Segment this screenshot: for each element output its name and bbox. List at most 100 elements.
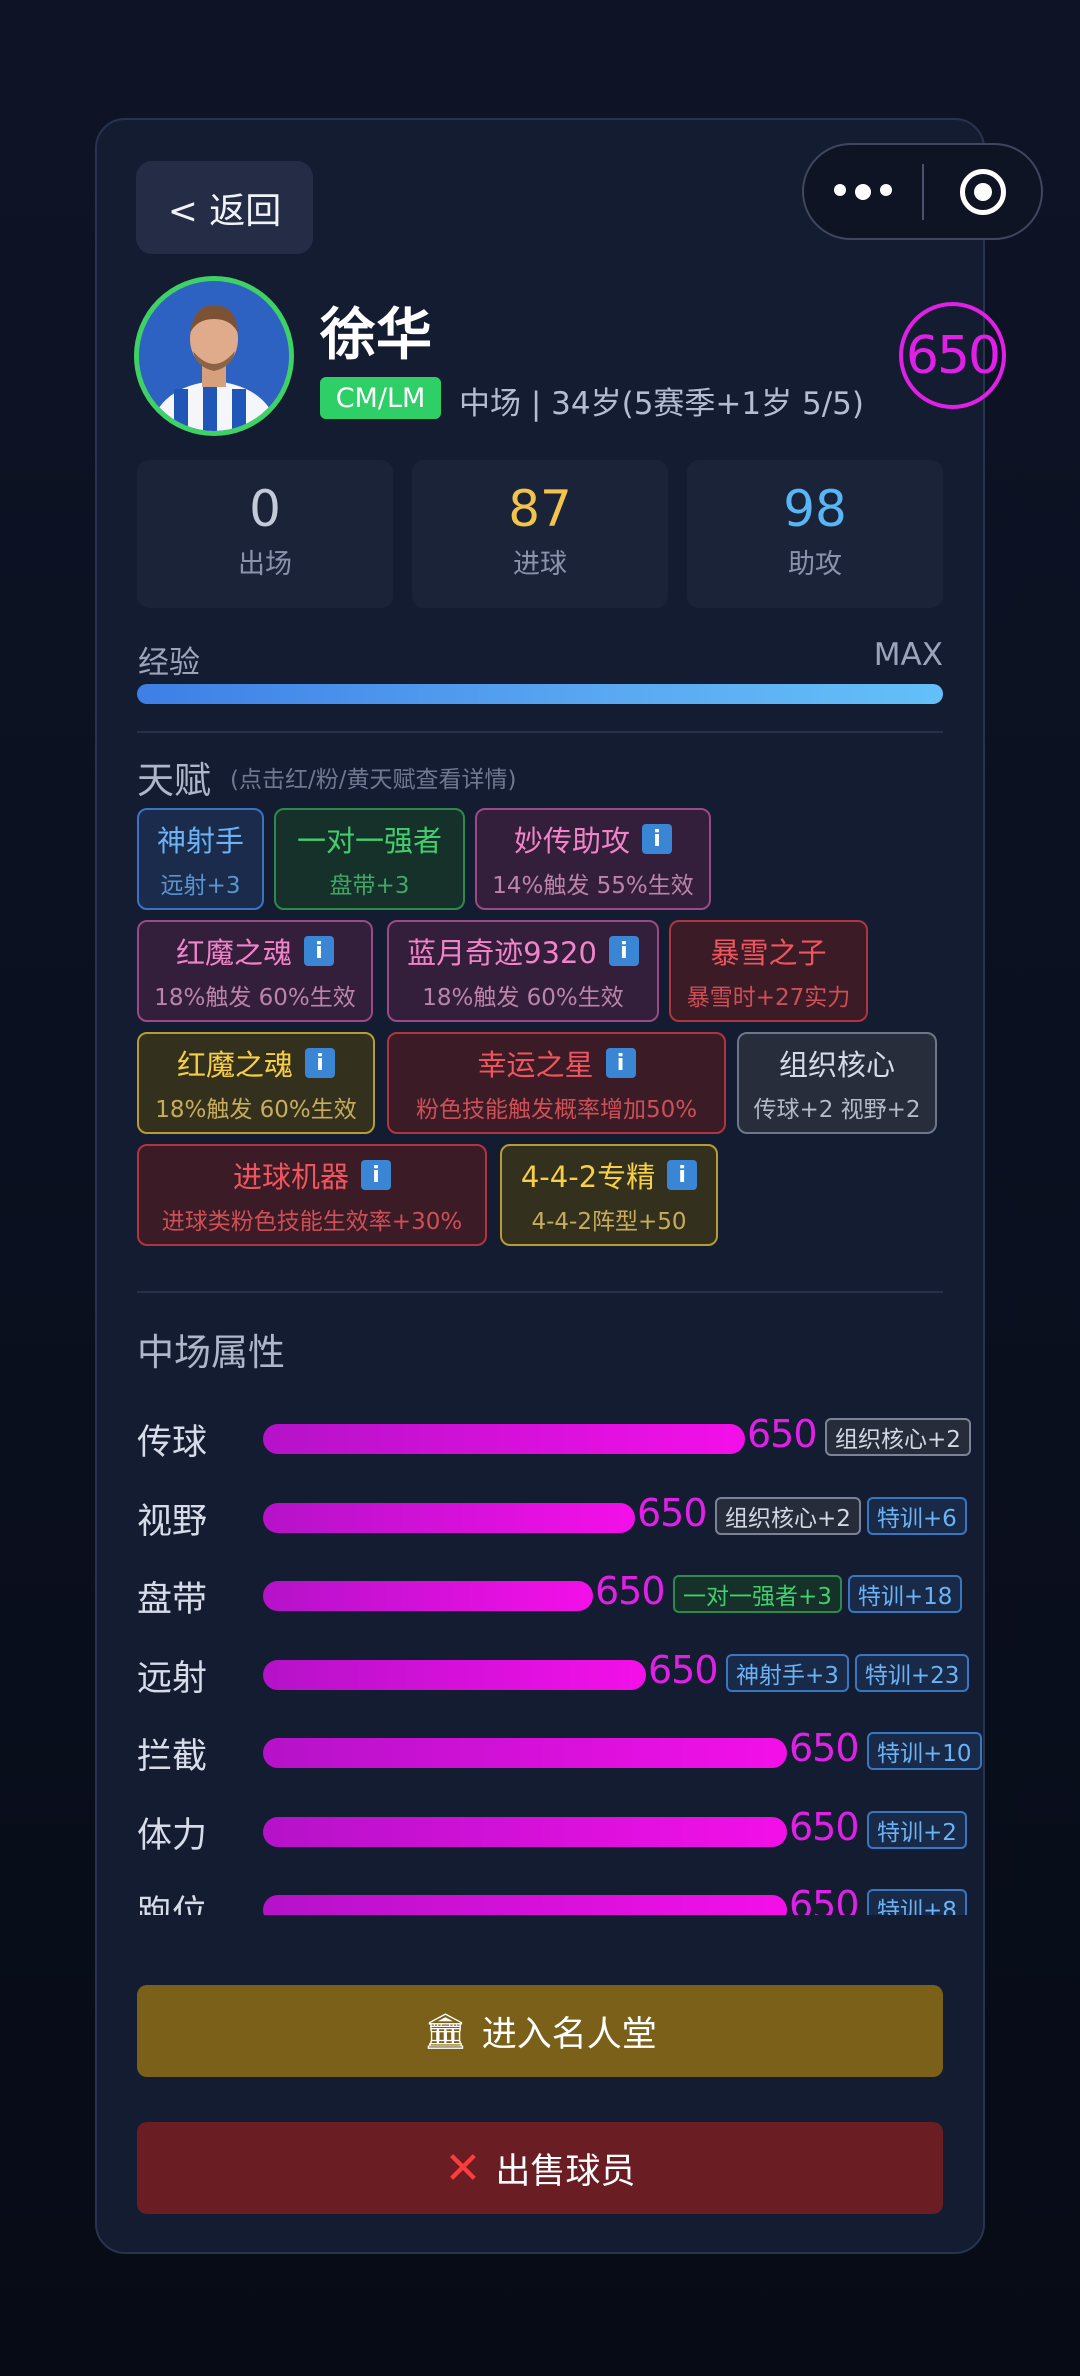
info-icon[interactable]: i xyxy=(305,1048,335,1078)
attribute-row: 远射 650 神射手+3 特训+23 xyxy=(95,1648,985,1699)
bonus-tag: 特训+10 xyxy=(867,1732,982,1770)
attribute-bar xyxy=(263,1738,787,1768)
attribute-row: 传球 650 组织核心+2 xyxy=(95,1412,985,1463)
talent-chip[interactable]: 妙传助攻 i 14%触发 55%生效 xyxy=(475,808,711,910)
talent-effect: 14%触发 55%生效 xyxy=(492,873,694,899)
talent-effect: 粉色技能触发概率增加50% xyxy=(415,1097,698,1123)
talent-name: 幸运之星 i xyxy=(477,1042,636,1084)
attribute-value: 650 xyxy=(789,1883,860,1915)
info-icon[interactable]: i xyxy=(361,1160,391,1190)
bonus-tag: 特训+18 xyxy=(847,1575,963,1613)
attribute-list[interactable]: 传球 650 组织核心+2 视野 650 组织核心+2 特训+6 盘带 650 一对一强者+3 特训… xyxy=(95,1390,985,1915)
attribute-bar xyxy=(263,1424,745,1454)
attribute-value: 650 xyxy=(747,1412,818,1456)
talent-chip[interactable]: 进球机器 i 进球类粉色技能生效率+30% xyxy=(137,1144,487,1246)
talent-name: 红魔之魂 i xyxy=(176,930,334,972)
mini-program-capsule xyxy=(802,143,1043,240)
experience-max-label: MAX xyxy=(873,637,943,673)
hall-icon: 🏛 xyxy=(423,2011,468,2052)
more-dots-icon[interactable] xyxy=(804,183,922,200)
bonus-tag: 组织核心+2 xyxy=(825,1418,971,1456)
talent-chip[interactable]: 红魔之魂 i 18%触发 60%生效 xyxy=(137,1032,375,1134)
talent-chip[interactable]: 组织核心传球+2 视野+2 xyxy=(737,1032,937,1134)
attribute-name: 跑位 xyxy=(137,1894,208,1915)
section-divider xyxy=(137,1291,943,1293)
talent-name: 神射手 xyxy=(156,824,244,858)
section-divider xyxy=(137,731,943,733)
bonus-tag: 一对一强者+3 xyxy=(673,1575,842,1613)
stat-value: 87 xyxy=(508,480,572,538)
player-name: 徐华 xyxy=(320,303,432,368)
talent-effect: 盘带+3 xyxy=(329,873,410,899)
talents-title: 天赋 xyxy=(137,759,211,802)
back-button[interactable]: < 返回 xyxy=(136,161,313,254)
talent-name: 组织核心 xyxy=(778,1048,895,1082)
stat-assists: 98 助攻 xyxy=(687,460,943,608)
position-badge: CM/LM xyxy=(320,377,441,419)
experience-progress-bar xyxy=(137,684,943,704)
bonus-tag: 特训+23 xyxy=(854,1653,970,1692)
overall-rating: 650 xyxy=(899,302,1006,409)
talent-effect: 18%触发 60%生效 xyxy=(154,985,356,1011)
attribute-name: 拦截 xyxy=(137,1737,208,1777)
stat-value: 0 xyxy=(249,480,281,538)
attribute-bonus-tags: 特训+10 xyxy=(867,1732,982,1770)
talent-chip[interactable]: 蓝月奇迹9320 i 18%触发 60%生效 xyxy=(387,920,659,1022)
info-icon[interactable]: i xyxy=(667,1160,698,1190)
stat-label: 出场 xyxy=(238,549,292,580)
talent-name: 4-4-2专精 i xyxy=(521,1154,698,1196)
player-info: 中场 | 34岁(5赛季+1岁 5/5) xyxy=(459,386,864,422)
sell-player-button[interactable]: ✕ 出售球员 xyxy=(137,2122,943,2214)
info-icon[interactable]: i xyxy=(608,936,639,966)
player-avatar xyxy=(134,276,294,436)
bonus-tag: 组织核心+2 xyxy=(715,1496,861,1535)
talent-chip[interactable]: 神射手远射+3 xyxy=(137,808,264,910)
stat-label: 助攻 xyxy=(788,549,842,580)
talent-effect: 进球类粉色技能生效率+30% xyxy=(161,1209,463,1235)
attribute-name: 传球 xyxy=(137,1423,208,1463)
attribute-name: 体力 xyxy=(137,1815,208,1856)
attribute-bonus-tags: 特训+2 xyxy=(867,1810,967,1849)
talent-chip[interactable]: 红魔之魂 i 18%触发 60%生效 xyxy=(137,920,373,1022)
attribute-row: 体力 650 特训+2 xyxy=(95,1805,985,1856)
close-target-icon[interactable] xyxy=(924,168,1041,215)
attribute-bonus-tags: 神射手+3 特训+23 xyxy=(726,1653,970,1692)
attribute-value: 650 xyxy=(637,1490,708,1535)
talent-effect: 传球+2 视野+2 xyxy=(753,1097,921,1123)
talent-effect: 暴雪时+27实力 xyxy=(686,985,851,1011)
talent-chip[interactable]: 4-4-2专精 i 4-4-2阵型+50 xyxy=(500,1144,718,1246)
talent-chip[interactable]: 暴雪之子 暴雪时+27实力 xyxy=(669,920,868,1022)
bonus-tag: 特训+8 xyxy=(867,1889,967,1915)
sell-player-label: 出售球员 xyxy=(495,2151,636,2192)
talent-effect: 18%触发 60%生效 xyxy=(422,985,624,1011)
talent-effect: 远射+3 xyxy=(160,873,241,899)
attribute-value: 650 xyxy=(789,1726,860,1770)
talent-name: 妙传助攻 i xyxy=(514,818,672,860)
experience-label: 经验 xyxy=(138,645,200,681)
info-icon[interactable]: i xyxy=(642,824,672,854)
attribute-bar xyxy=(263,1895,787,1915)
talents-hint: (点击红/粉/黄天赋查看详情) xyxy=(230,767,517,793)
attribute-name: 远射 xyxy=(137,1658,208,1699)
stat-value: 98 xyxy=(783,480,847,538)
bonus-tag: 神射手+3 xyxy=(726,1653,849,1692)
bonus-tag: 特训+2 xyxy=(867,1810,967,1849)
talent-name: 蓝月奇迹9320 i xyxy=(407,930,639,972)
hall-of-fame-button[interactable]: 🏛 进入名人堂 xyxy=(137,1985,943,2077)
stat-appearances: 0 出场 xyxy=(137,460,393,608)
talent-effect: 4-4-2阵型+50 xyxy=(531,1209,687,1235)
talent-chip[interactable]: 一对一强者 盘带+3 xyxy=(274,808,465,910)
close-icon: ✕ xyxy=(444,2142,482,2194)
attribute-bar xyxy=(263,1816,787,1847)
attribute-bar xyxy=(263,1659,646,1690)
attribute-bonus-tags: 组织核心+2 特训+6 xyxy=(715,1496,967,1535)
info-icon[interactable]: i xyxy=(304,936,334,966)
attribute-row: 视野 650 组织核心+2 特训+6 xyxy=(95,1490,985,1542)
attribute-value: 650 xyxy=(595,1569,666,1613)
attribute-name: 盘带 xyxy=(137,1580,208,1620)
hall-of-fame-label: 进入名人堂 xyxy=(481,2014,657,2055)
bonus-tag: 特训+6 xyxy=(866,1496,967,1535)
attribute-bar xyxy=(263,1502,635,1533)
info-icon[interactable]: i xyxy=(605,1048,636,1078)
talent-chip[interactable]: 幸运之星 i 粉色技能触发概率增加50% xyxy=(387,1032,726,1134)
